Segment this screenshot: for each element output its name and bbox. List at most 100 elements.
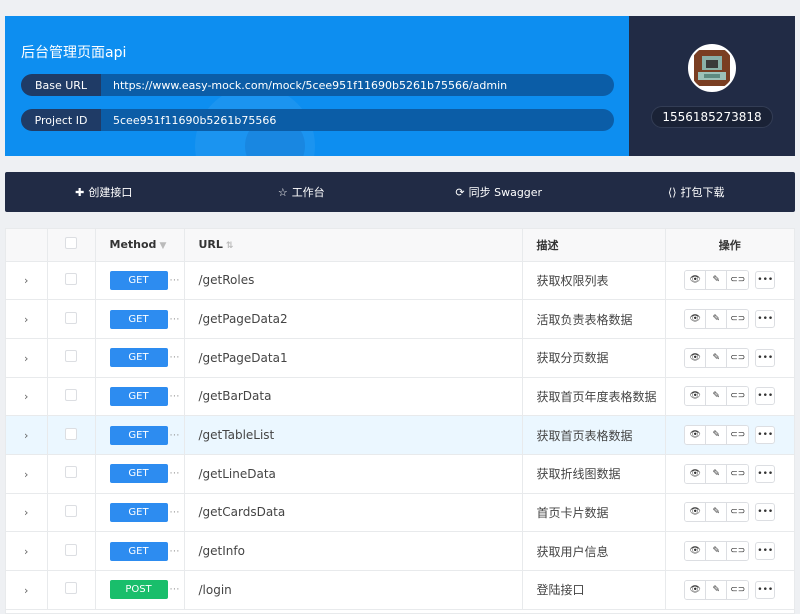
edit-icon[interactable]: ✎ — [706, 387, 728, 406]
eye-icon[interactable]: 👁 — [685, 503, 707, 522]
eye-icon[interactable]: 👁 — [685, 348, 707, 367]
url-header[interactable]: URL ⇅ — [184, 229, 523, 262]
method-tag: GET — [109, 464, 168, 484]
link-icon[interactable]: ⊂⊃ — [727, 464, 749, 483]
eye-icon[interactable]: 👁 — [685, 426, 707, 445]
action-button-group: 👁 ✎ ⊂⊃ — [684, 309, 750, 330]
row-actions: 👁 ✎ ⊂⊃ ••• — [684, 270, 776, 291]
table-row[interactable]: › GET ⋯ /getInfo 获取用户信息 👁 ✎ ⊂⊃ ••• — [6, 531, 794, 571]
link-icon[interactable]: ⊂⊃ — [727, 426, 749, 445]
edit-icon[interactable]: ✎ — [706, 348, 728, 367]
row-actions: 👁 ✎ ⊂⊃ ••• — [684, 386, 776, 407]
api-url[interactable]: /getLineData — [199, 467, 276, 481]
chevron-right-icon[interactable]: › — [24, 468, 28, 481]
chevron-right-icon[interactable]: › — [24, 313, 28, 326]
link-icon[interactable]: ⊂⊃ — [727, 271, 749, 290]
table-row[interactable]: › GET ⋯ /getLineData 获取折线图数据 👁 ✎ ⊂⊃ ••• — [6, 454, 794, 494]
link-icon[interactable]: ⊂⊃ — [727, 348, 749, 367]
chevron-right-icon[interactable]: › — [24, 506, 28, 519]
action-button-group: 👁 ✎ ⊂⊃ — [684, 386, 750, 407]
row-checkbox[interactable] — [65, 427, 77, 440]
base-url-label: Base URL — [21, 74, 101, 96]
action-button-group: 👁 ✎ ⊂⊃ — [684, 541, 750, 562]
sort-icon[interactable]: ⇅ — [226, 241, 234, 251]
api-url[interactable]: /getCardsData — [199, 505, 286, 519]
row-checkbox[interactable] — [65, 388, 77, 401]
chevron-right-icon[interactable]: › — [24, 352, 28, 365]
row-actions: 👁 ✎ ⊂⊃ ••• — [684, 463, 776, 484]
api-url[interactable]: /getInfo — [199, 544, 245, 558]
create-api-button[interactable]: ✚ 创建接口 — [5, 184, 203, 200]
avatar[interactable] — [688, 44, 736, 92]
edit-icon[interactable]: ✎ — [706, 580, 728, 599]
row-checkbox[interactable] — [65, 466, 77, 479]
more-icon[interactable]: ••• — [755, 503, 776, 522]
table-row[interactable]: › GET ⋯ /getTableList 获取首页表格数据 👁 ✎ ⊂⊃ ••• — [6, 415, 794, 455]
edit-icon[interactable]: ✎ — [706, 426, 728, 445]
chevron-right-icon[interactable]: › — [24, 274, 28, 287]
eye-icon[interactable]: 👁 — [685, 387, 707, 406]
table-header-row: Method ▼ URL ⇅ 描述 操作 — [6, 229, 794, 262]
api-url[interactable]: /login — [199, 583, 232, 597]
edit-icon[interactable]: ✎ — [706, 464, 728, 483]
eye-icon[interactable]: 👁 — [685, 464, 707, 483]
api-url[interactable]: /getRoles — [199, 273, 255, 287]
chevron-right-icon[interactable]: › — [24, 584, 28, 597]
more-icon[interactable]: ••• — [755, 542, 776, 561]
more-icon[interactable]: ••• — [755, 464, 776, 483]
link-icon[interactable]: ⊂⊃ — [727, 542, 749, 561]
table-row[interactable]: › GET ⋯ /getPageData2 活取负责表格数据 👁 ✎ ⊂⊃ ••• — [6, 299, 794, 339]
truncation-ellipsis: ⋯ — [169, 506, 180, 518]
more-icon[interactable]: ••• — [755, 310, 776, 329]
table-row[interactable]: › GET ⋯ /getCardsData 首页卡片数据 👁 ✎ ⊂⊃ ••• — [6, 493, 794, 533]
link-icon[interactable]: ⊂⊃ — [727, 503, 749, 522]
table-row[interactable]: › GET ⋯ /getPageData1 获取分页数据 👁 ✎ ⊂⊃ ••• — [6, 338, 794, 378]
download-button[interactable]: ⟨⟩ 打包下载 — [598, 184, 796, 200]
project-id-label: Project ID — [21, 109, 101, 131]
row-checkbox[interactable] — [65, 543, 77, 556]
api-description: 获取首页年度表格数据 — [536, 389, 657, 404]
table-row[interactable]: › POST ⋯ /login 登陆接口 👁 ✎ ⊂⊃ ••• — [6, 570, 794, 610]
eye-icon[interactable]: 👁 — [685, 542, 707, 561]
truncation-ellipsis: ⋯ — [169, 390, 180, 402]
table-row[interactable]: › GET ⋯ /getRoles 获取权限列表 👁 ✎ ⊂⊃ ••• — [6, 261, 794, 301]
row-actions: 👁 ✎ ⊂⊃ ••• — [684, 347, 776, 368]
link-icon[interactable]: ⊂⊃ — [727, 387, 749, 406]
row-checkbox[interactable] — [65, 504, 77, 517]
more-icon[interactable]: ••• — [755, 271, 776, 290]
base-url-value[interactable]: https://www.easy-mock.com/mock/5cee951f1… — [101, 79, 507, 92]
api-url[interactable]: /getPageData1 — [199, 351, 288, 365]
api-description: 获取权限列表 — [536, 273, 609, 288]
edit-icon[interactable]: ✎ — [706, 542, 728, 561]
method-header[interactable]: Method ▼ — [95, 229, 185, 262]
edit-icon[interactable]: ✎ — [706, 310, 728, 329]
row-checkbox[interactable] — [65, 350, 77, 363]
row-checkbox[interactable] — [65, 582, 77, 595]
eye-icon[interactable]: 👁 — [685, 580, 707, 599]
api-url[interactable]: /getPageData2 — [199, 312, 288, 326]
edit-icon[interactable]: ✎ — [706, 271, 728, 290]
api-url[interactable]: /getTableList — [199, 428, 275, 442]
chevron-right-icon[interactable]: › — [24, 429, 28, 442]
workbench-button[interactable]: ☆ 工作台 — [203, 184, 401, 200]
chevron-right-icon[interactable]: › — [24, 390, 28, 403]
eye-icon[interactable]: 👁 — [685, 271, 707, 290]
more-icon[interactable]: ••• — [755, 426, 776, 445]
link-icon[interactable]: ⊂⊃ — [727, 310, 749, 329]
select-all-checkbox[interactable] — [65, 237, 77, 250]
table-row[interactable]: › GET ⋯ /getBarData 获取首页年度表格数据 👁 ✎ ⊂⊃ ••• — [6, 377, 794, 417]
code-icon: ⟨⟩ — [667, 185, 677, 199]
sync-swagger-button[interactable]: ⟳ 同步 Swagger — [400, 184, 598, 200]
api-url[interactable]: /getBarData — [199, 389, 272, 403]
more-icon[interactable]: ••• — [755, 348, 776, 367]
eye-icon[interactable]: 👁 — [685, 310, 707, 329]
row-checkbox[interactable] — [65, 272, 77, 285]
more-icon[interactable]: ••• — [755, 580, 776, 599]
project-id-value[interactable]: 5cee951f11690b5261b75566 — [101, 114, 276, 127]
chevron-right-icon[interactable]: › — [24, 545, 28, 558]
filter-icon[interactable]: ▼ — [159, 241, 166, 251]
edit-icon[interactable]: ✎ — [706, 503, 728, 522]
link-icon[interactable]: ⊂⊃ — [727, 580, 749, 599]
row-checkbox[interactable] — [65, 311, 77, 324]
more-icon[interactable]: ••• — [755, 387, 776, 406]
